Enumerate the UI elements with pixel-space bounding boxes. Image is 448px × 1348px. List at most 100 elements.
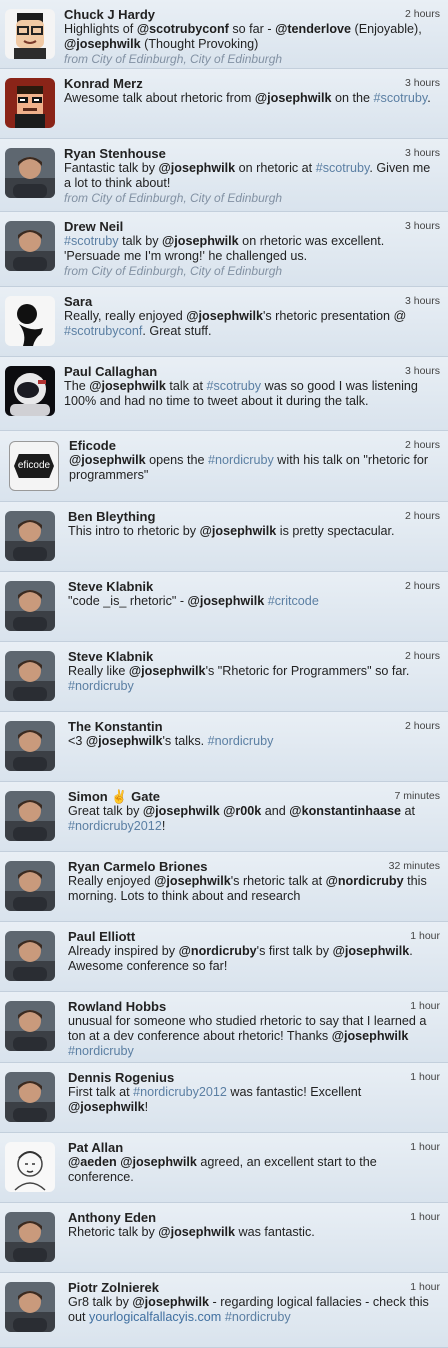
mention-link[interactable]: @josephwilk xyxy=(89,379,166,393)
photo-avatar-9[interactable] xyxy=(5,651,55,701)
mention-link[interactable]: @nordicruby xyxy=(326,874,404,888)
tweet-author-name[interactable]: Drew Neil xyxy=(64,219,440,234)
pixel-art-avatar-1[interactable] xyxy=(5,78,55,128)
tweet[interactable]: Steve Klabnik "code _is_ rhetoric" - @jos… xyxy=(0,572,448,642)
hashtag-link[interactable]: #scotruby xyxy=(206,379,261,393)
tweet[interactable]: Sara Really, really enjoyed @josephwilk's… xyxy=(0,287,448,357)
mention-link[interactable]: @tenderlove xyxy=(275,22,351,36)
tweet[interactable]: Simon ✌ Gate Great talk by @josephwilk @r… xyxy=(0,782,448,852)
mention-link[interactable]: @josephwilk xyxy=(86,734,163,748)
mention-link[interactable]: @konstantinhaase xyxy=(289,804,401,818)
tweet[interactable]: Anthony Eden Rhetoric talk by @josephwilk… xyxy=(0,1203,448,1273)
photo-avatar-13[interactable] xyxy=(5,931,55,981)
photo-avatar-12[interactable] xyxy=(5,861,55,911)
hashtag-link[interactable]: #nordicruby xyxy=(68,679,134,693)
avatar-image xyxy=(5,651,55,701)
hashtag-link[interactable]: #scotrubyconf xyxy=(64,324,142,338)
tweet-author-name[interactable]: Steve Klabnik xyxy=(68,649,440,664)
tweet[interactable]: Ryan Carmelo Briones Really enjoyed @jose… xyxy=(0,852,448,922)
tweet[interactable]: Rowland Hobbs unusual for someone who stu… xyxy=(0,992,448,1063)
mention-link[interactable]: @josephwilk xyxy=(64,37,141,51)
helmet-avatar-5[interactable] xyxy=(5,366,55,416)
tweet[interactable]: Piotr Zolnierek Gr8 talk by @josephwilk -… xyxy=(0,1273,448,1348)
hashtag-link[interactable]: #scotruby xyxy=(316,161,370,175)
photo-avatar-10[interactable] xyxy=(5,721,55,771)
tweet[interactable]: The Konstantin <3 @josephwilk's talks. #n… xyxy=(0,712,448,782)
hashtag-link[interactable]: #nordicruby2012 xyxy=(133,1085,227,1099)
hashtag-link[interactable]: #nordicruby xyxy=(208,453,274,467)
tweet-author-name[interactable]: Steve Klabnik xyxy=(68,579,440,594)
url-link[interactable]: yourlogicalfallacyis.com xyxy=(89,1310,221,1324)
tweet-author-name[interactable]: Konrad Merz xyxy=(64,76,440,91)
tweet-author-name[interactable]: Pat Allan xyxy=(68,1140,440,1155)
mention-link[interactable]: @josephwilk xyxy=(158,1225,235,1239)
tweet[interactable]: eficode Eficode @josephwilk opens the #nor… xyxy=(0,431,448,502)
photo-avatar-2[interactable] xyxy=(5,148,55,198)
tweet-author-name[interactable]: Anthony Eden xyxy=(68,1210,440,1225)
tweet-author-name[interactable]: Rowland Hobbs xyxy=(68,999,440,1014)
tweet-text: #scotruby talk by @josephwilk on rhetori… xyxy=(64,234,440,264)
mention-link[interactable]: @josephwilk xyxy=(132,1295,209,1309)
tweet-author-name[interactable]: Sara xyxy=(64,294,440,309)
hashtag-link[interactable]: #scotruby xyxy=(64,234,119,248)
hashtag-link[interactable]: #nordicruby xyxy=(225,1310,291,1324)
tweet[interactable]: Ben Bleything This intro to rhetoric by @… xyxy=(0,502,448,572)
mention-link[interactable]: @josephwilk xyxy=(143,804,220,818)
photo-avatar-17[interactable] xyxy=(5,1212,55,1262)
mention-link[interactable]: @r00k xyxy=(223,804,261,818)
mention-link[interactable]: @josephwilk xyxy=(120,1155,197,1169)
tweet-author-name[interactable]: The Konstantin xyxy=(68,719,440,734)
mention-link[interactable]: @josephwilk xyxy=(69,453,146,467)
mention-link[interactable]: @josephwilk xyxy=(186,309,263,323)
hashtag-link[interactable]: #nordicruby xyxy=(68,1044,134,1058)
tweet[interactable]: Dennis Rogenius First talk at #nordicruby… xyxy=(0,1063,448,1133)
mention-link[interactable]: @scotrubyconf xyxy=(137,22,229,36)
mention-link[interactable]: @josephwilk xyxy=(68,1100,145,1114)
tweet-author-name[interactable]: Dennis Rogenius xyxy=(68,1070,440,1085)
sketch-avatar-16[interactable] xyxy=(5,1142,55,1192)
tweet[interactable]: Konrad Merz Awesome talk about rhetoric f… xyxy=(0,69,448,139)
photo-avatar-14[interactable] xyxy=(5,1001,55,1051)
tweet-author-name[interactable]: Piotr Zolnierek xyxy=(68,1280,440,1295)
tweet-author-name[interactable]: Ryan Stenhouse xyxy=(64,146,440,161)
mention-link[interactable]: @aeden xyxy=(68,1155,117,1169)
tweet[interactable]: Chuck J Hardy Highlights of @scotrubyconf… xyxy=(0,0,448,69)
mention-link[interactable]: @nordicruby xyxy=(179,944,257,958)
tweet[interactable]: Drew Neil #scotruby talk by @josephwilk o… xyxy=(0,212,448,287)
photo-avatar-8[interactable] xyxy=(5,581,55,631)
photo-avatar-11[interactable] xyxy=(5,791,55,841)
hashtag-link[interactable]: #nordicruby xyxy=(208,734,274,748)
hashtag-link[interactable]: #nordicruby2012 xyxy=(68,819,162,833)
tweet[interactable]: Paul Elliott Already inspired by @nordicr… xyxy=(0,922,448,992)
mention-link[interactable]: @josephwilk xyxy=(162,234,239,248)
tweet[interactable]: Ryan Stenhouse Fantastic talk by @josephw… xyxy=(0,139,448,212)
hashtag-link[interactable]: #critcode xyxy=(268,594,319,608)
mention-link[interactable]: @josephwilk xyxy=(154,874,231,888)
silhouette-avatar-4[interactable] xyxy=(5,296,55,346)
tweet-author-name[interactable]: Ben Bleything xyxy=(68,509,440,524)
tweet-author-name[interactable]: Paul Callaghan xyxy=(64,364,440,379)
photo-avatar-7[interactable] xyxy=(5,511,55,561)
mention-link[interactable]: @josephwilk xyxy=(332,1029,409,1043)
tweet-author-name[interactable]: Simon ✌ Gate xyxy=(68,789,440,804)
mention-link[interactable]: @josephwilk xyxy=(159,161,236,175)
tweet-author-name[interactable]: Paul Elliott xyxy=(68,929,440,944)
tweet[interactable]: Paul Callaghan The @josephwilk talk at #s… xyxy=(0,357,448,431)
tweet-author-name[interactable]: Chuck J Hardy xyxy=(64,7,440,22)
mention-link[interactable]: @josephwilk xyxy=(255,91,332,105)
mention-link[interactable]: @josephwilk xyxy=(200,524,277,538)
mention-link[interactable]: @josephwilk xyxy=(333,944,410,958)
cartoon-avatar-0[interactable] xyxy=(5,9,55,59)
tweet-timestamp: 1 hour xyxy=(410,930,440,942)
tweet[interactable]: Pat Allan @aeden @josephwilk agreed, an e… xyxy=(0,1133,448,1203)
mention-link[interactable]: @josephwilk xyxy=(129,664,206,678)
tweet-author-name[interactable]: Eficode xyxy=(69,438,440,453)
tweet-author-name[interactable]: Ryan Carmelo Briones xyxy=(68,859,440,874)
mention-link[interactable]: @josephwilk xyxy=(188,594,265,608)
hashtag-link[interactable]: #scotruby xyxy=(374,91,428,105)
photo-avatar-15[interactable] xyxy=(5,1072,55,1122)
tweet[interactable]: Steve Klabnik Really like @josephwilk's "… xyxy=(0,642,448,712)
eficode-logo-6[interactable]: eficode xyxy=(9,441,59,491)
photo-avatar-3[interactable] xyxy=(5,221,55,271)
photo-avatar-18[interactable] xyxy=(5,1282,55,1332)
